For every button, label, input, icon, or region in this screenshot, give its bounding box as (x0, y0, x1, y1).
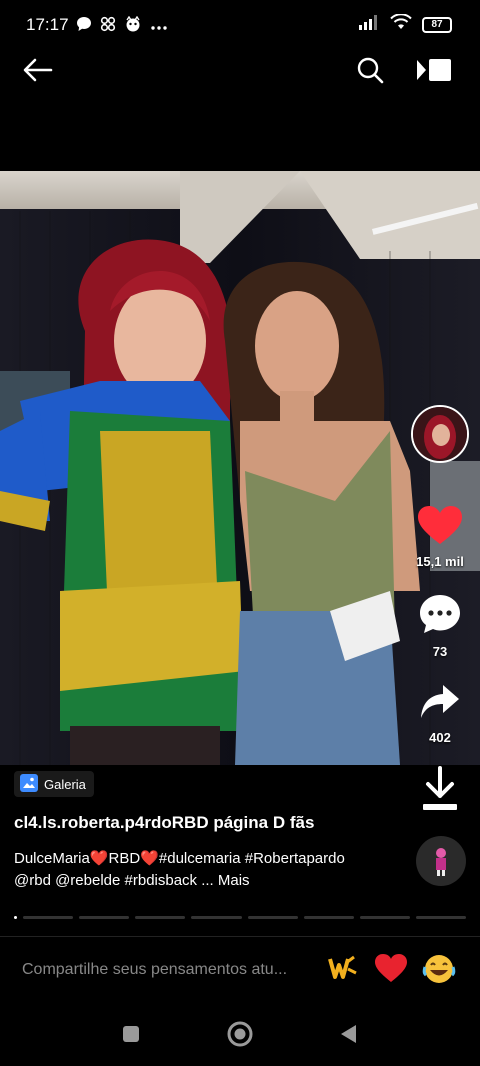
system-nav-bar (0, 1001, 480, 1066)
assistant-icon (124, 15, 142, 37)
progress-segment (303, 916, 354, 919)
source-label: Galeria (44, 776, 86, 792)
comment-input[interactable]: Compartilhe seus pensamentos atu... (22, 961, 287, 979)
like-count: 15,1 mil (416, 554, 464, 569)
comment-count: 73 (432, 644, 448, 659)
wifi-icon (390, 13, 412, 35)
progress-segment (247, 916, 298, 919)
side-actions: 15,1 mil 73 402 (408, 405, 472, 745)
source-badge[interactable]: Galeria (14, 771, 94, 797)
apps-icon (100, 16, 116, 37)
author-name[interactable]: cl4.ls.roberta.p4rdoRBD página D fãs (14, 813, 314, 833)
caption-line-2: @rbd @rebelde #rbdisback ... Mais (14, 872, 250, 889)
caption-line-1: DulceMaria❤️RBD❤️#dulcemaria #Robertapar… (14, 850, 345, 867)
top-bar (0, 50, 480, 90)
progress-current (14, 916, 17, 919)
gallery-icon (20, 773, 38, 795)
download-icon[interactable] (420, 766, 460, 817)
more-icon (150, 18, 168, 36)
progress-segment (191, 916, 242, 919)
battery-icon: 87 (422, 16, 452, 33)
signal-icon (358, 14, 380, 35)
fire-emoji-button[interactable] (326, 953, 358, 990)
back-arrow-icon[interactable] (22, 54, 54, 86)
progress-segment (415, 916, 466, 919)
progress-segment (135, 916, 186, 919)
status-time: 17:17 (26, 15, 69, 34)
laughing-emoji-button[interactable] (422, 953, 456, 992)
share-count: 402 (429, 730, 451, 745)
share-icon[interactable] (419, 683, 461, 726)
post-caption[interactable]: DulceMaria❤️RBD❤️#dulcemaria #Robertapar… (14, 848, 394, 892)
music-disc[interactable] (416, 836, 466, 886)
progress-segment (23, 916, 74, 919)
author-avatar[interactable] (411, 405, 469, 463)
progress-segment (359, 916, 410, 919)
share-action[interactable]: 402 (419, 683, 461, 745)
back-icon[interactable] (336, 1022, 360, 1046)
video-mode-icon[interactable] (414, 54, 454, 86)
comment-action[interactable]: 73 (418, 593, 462, 659)
recents-icon[interactable] (120, 1023, 142, 1045)
home-icon[interactable] (226, 1020, 254, 1048)
comment-bar: Compartilhe seus pensamentos atu... (0, 937, 480, 1001)
progress-segment (79, 916, 130, 919)
like-action[interactable]: 15,1 mil (416, 505, 464, 569)
comment-icon[interactable] (418, 593, 462, 640)
search-icon[interactable] (354, 54, 386, 86)
carousel-progress (14, 916, 466, 919)
heart-icon[interactable] (417, 505, 463, 550)
status-bar: 17:17 87 (0, 0, 480, 50)
heart-emoji-button[interactable] (374, 953, 408, 990)
chat-icon (76, 16, 92, 37)
